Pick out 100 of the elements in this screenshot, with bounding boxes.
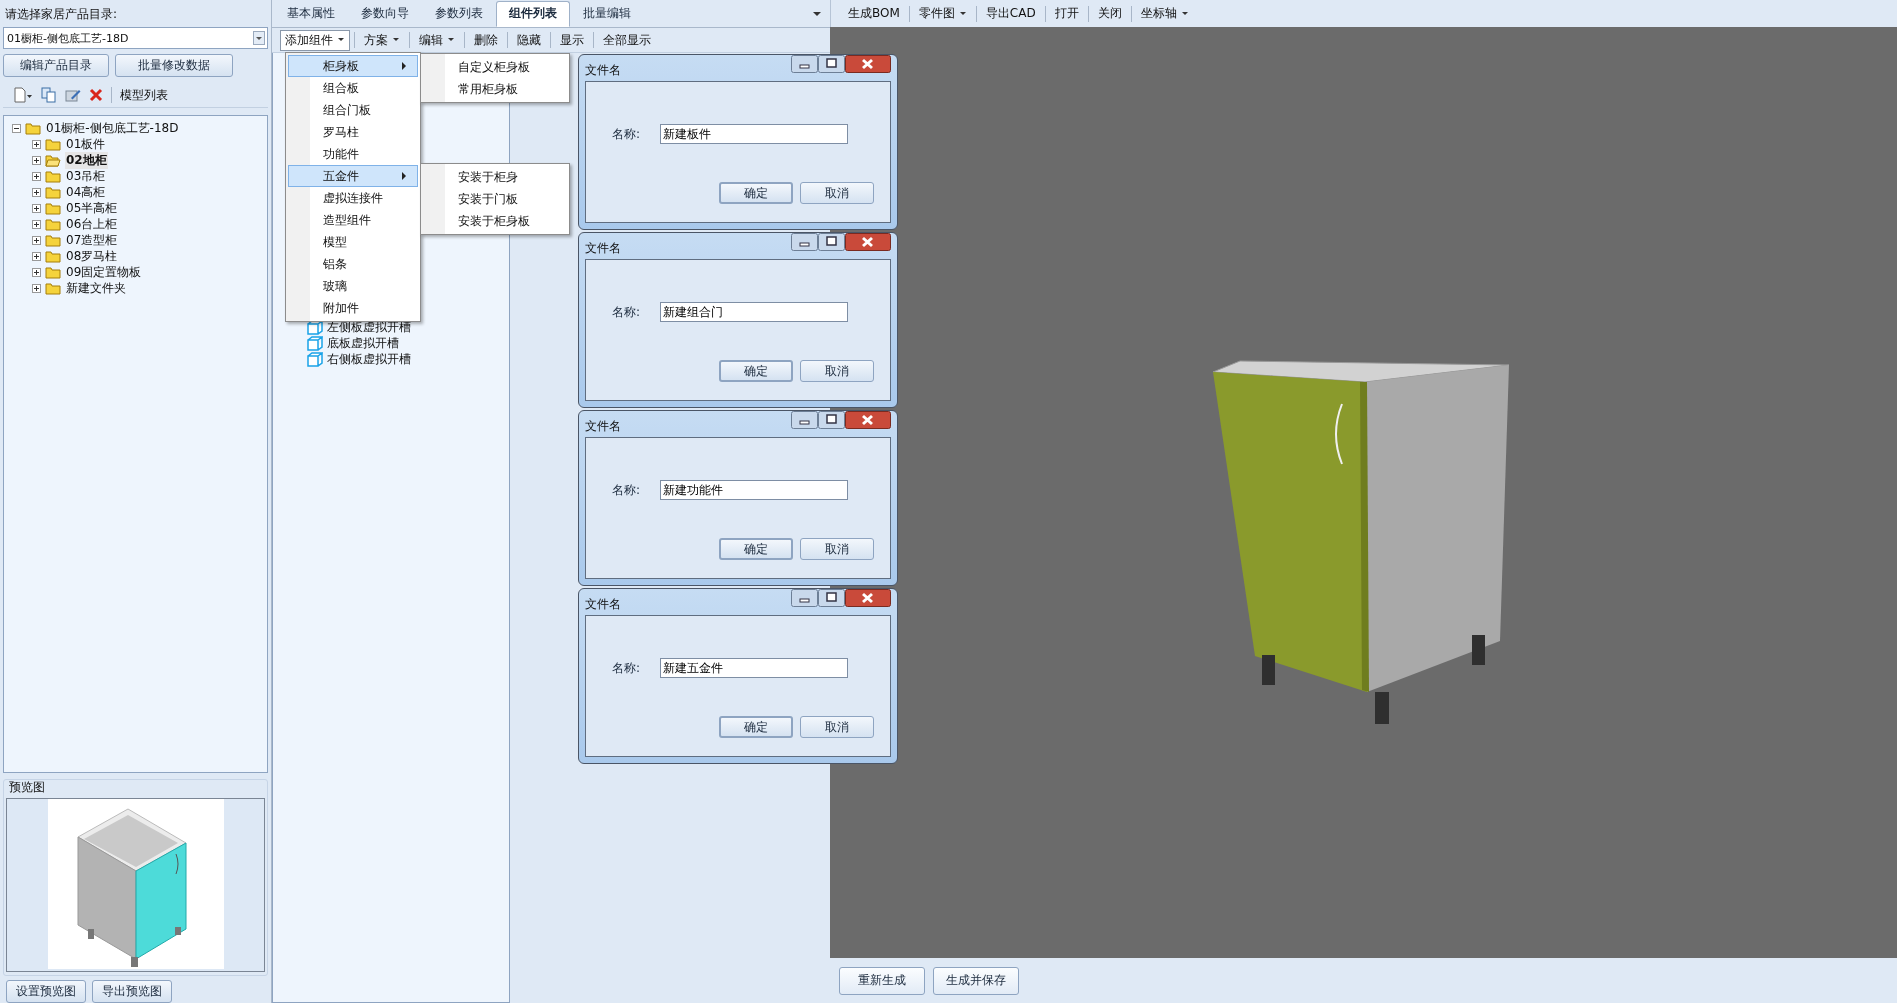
tree-item[interactable]: 03吊柜 [65, 167, 107, 185]
caret-icon[interactable] [447, 37, 455, 43]
expand-icon[interactable] [32, 187, 41, 197]
toolbar-button[interactable]: 编辑 [414, 29, 460, 51]
tree-item[interactable]: 01橱柜-侧包底工艺-18D [45, 119, 180, 137]
maximize-icon[interactable] [818, 589, 845, 607]
maximize-icon[interactable] [818, 411, 845, 429]
catalog-button[interactable]: 批量修改数据 [115, 54, 233, 77]
new-document-icon[interactable] [13, 87, 33, 103]
close-icon[interactable] [845, 233, 891, 251]
caret-icon[interactable] [392, 37, 400, 43]
minimize-icon[interactable] [791, 55, 818, 73]
dialog-button[interactable]: 确定 [719, 716, 793, 738]
toolbar-button[interactable]: 生成BOM [843, 3, 905, 24]
tab[interactable]: 参数列表 [422, 0, 496, 27]
dropdown-arrow-icon[interactable] [812, 9, 822, 18]
menu-item[interactable]: 安装于门板 [423, 188, 567, 210]
dialog-button[interactable]: 取消 [800, 182, 874, 204]
tab[interactable]: 组件列表 [496, 0, 570, 27]
maximize-icon[interactable] [818, 55, 845, 73]
caret-icon[interactable] [337, 37, 345, 43]
close-icon[interactable] [845, 589, 891, 607]
menu-item[interactable]: 罗马柱 [288, 121, 418, 143]
toolbar-button[interactable]: 全部显示 [598, 29, 656, 51]
toolbar-button[interactable]: 显示 [555, 29, 589, 51]
toolbar-button[interactable]: 打开 [1049, 3, 1084, 24]
name-field[interactable]: 新建组合门 [660, 302, 849, 322]
caret-icon[interactable] [958, 10, 967, 17]
expand-icon[interactable] [32, 203, 41, 213]
tree-item[interactable]: 09固定置物板 [65, 263, 143, 281]
toolbar-button[interactable]: 坐标轴 [1135, 3, 1194, 24]
dialog-button[interactable]: 取消 [800, 716, 874, 738]
tree-item[interactable]: 左侧板虚拟开槽 [326, 318, 412, 336]
edit-icon[interactable] [65, 87, 81, 103]
expand-icon[interactable] [32, 171, 41, 181]
expand-icon[interactable] [32, 139, 41, 149]
minimize-icon[interactable] [791, 233, 818, 251]
tab[interactable]: 批量编辑 [570, 0, 644, 27]
menu-item[interactable]: 常用柜身板 [423, 78, 567, 100]
close-icon[interactable] [845, 411, 891, 429]
expand-icon[interactable] [32, 155, 41, 165]
menu-item[interactable]: 组合板 [288, 77, 418, 99]
maximize-icon[interactable] [818, 233, 845, 251]
menu-item[interactable]: 柜身板 [288, 55, 418, 77]
catalog-dropdown[interactable]: 01橱柜-侧包底工艺-18D [3, 27, 268, 49]
menu-item[interactable]: 功能件 [288, 143, 418, 165]
menu-item[interactable]: 五金件 [288, 165, 418, 187]
tree-item[interactable]: 04高柜 [65, 183, 107, 201]
expand-icon[interactable] [32, 235, 41, 245]
footer-button[interactable]: 重新生成 [839, 966, 925, 995]
expand-icon[interactable] [32, 251, 41, 261]
dialog-button[interactable]: 取消 [800, 360, 874, 382]
tab[interactable]: 参数向导 [348, 0, 422, 27]
toolbar-button[interactable]: 方案 [359, 29, 405, 51]
toolbar-button[interactable]: 隐藏 [512, 29, 546, 51]
toolbar-button[interactable]: 关闭 [1092, 3, 1127, 24]
tree-item[interactable]: 05半高柜 [65, 199, 119, 217]
menu-item[interactable]: 铝条 [288, 253, 418, 275]
toolbar-button[interactable]: 添加组件 [280, 29, 350, 51]
toolbar-button[interactable]: 导出CAD [980, 3, 1041, 24]
tree-item[interactable]: 底板虚拟开槽 [326, 334, 400, 352]
toolbar-button[interactable]: 删除 [469, 29, 503, 51]
name-field[interactable]: 新建五金件 [660, 658, 849, 678]
menu-item[interactable]: 附加件 [288, 297, 418, 319]
menu-item[interactable]: 玻璃 [288, 275, 418, 297]
menu-item[interactable]: 虚拟连接件 [288, 187, 418, 209]
tree-item[interactable]: 右侧板虚拟开槽 [326, 350, 412, 368]
menu-item[interactable]: 造型组件 [288, 209, 418, 231]
catalog-button[interactable]: 编辑产品目录 [3, 54, 109, 77]
tree-item[interactable]: 06台上柜 [65, 215, 119, 233]
collapse-icon[interactable] [12, 123, 21, 133]
minimize-icon[interactable] [791, 589, 818, 607]
tree-item[interactable]: 01板件 [65, 135, 107, 153]
dialog-button[interactable]: 取消 [800, 538, 874, 560]
expand-icon[interactable] [32, 219, 41, 229]
minimize-icon[interactable] [791, 411, 818, 429]
dialog-button[interactable]: 确定 [719, 538, 793, 560]
tree-item[interactable]: 02地柜 [65, 151, 108, 169]
menu-item[interactable]: 安装于柜身板 [423, 210, 567, 232]
preview-button[interactable]: 导出预览图 [92, 980, 172, 1003]
name-field[interactable]: 新建板件 [660, 124, 849, 144]
menu-item[interactable]: 自定义柜身板 [423, 56, 567, 78]
dialog-button[interactable]: 确定 [719, 182, 793, 204]
expand-icon[interactable] [32, 283, 41, 293]
close-icon[interactable] [845, 55, 891, 73]
tree-item[interactable]: 07造型柜 [65, 231, 119, 249]
toolbar-button[interactable]: 零件图 [913, 3, 972, 24]
dialog-button[interactable]: 确定 [719, 360, 793, 382]
tab[interactable]: 基本属性 [274, 0, 348, 27]
menu-item[interactable]: 安装于柜身 [423, 166, 567, 188]
menu-item[interactable]: 模型 [288, 231, 418, 253]
tree-item[interactable]: 08罗马柱 [65, 247, 119, 265]
tree-item[interactable]: 新建文件夹 [65, 279, 127, 297]
footer-button[interactable]: 生成并保存 [933, 966, 1019, 995]
preview-button[interactable]: 设置预览图 [6, 980, 86, 1003]
copy-icon[interactable] [41, 87, 57, 103]
caret-icon[interactable] [1180, 10, 1189, 17]
name-field[interactable]: 新建功能件 [660, 480, 849, 500]
delete-icon[interactable] [89, 88, 103, 102]
expand-icon[interactable] [32, 267, 41, 277]
